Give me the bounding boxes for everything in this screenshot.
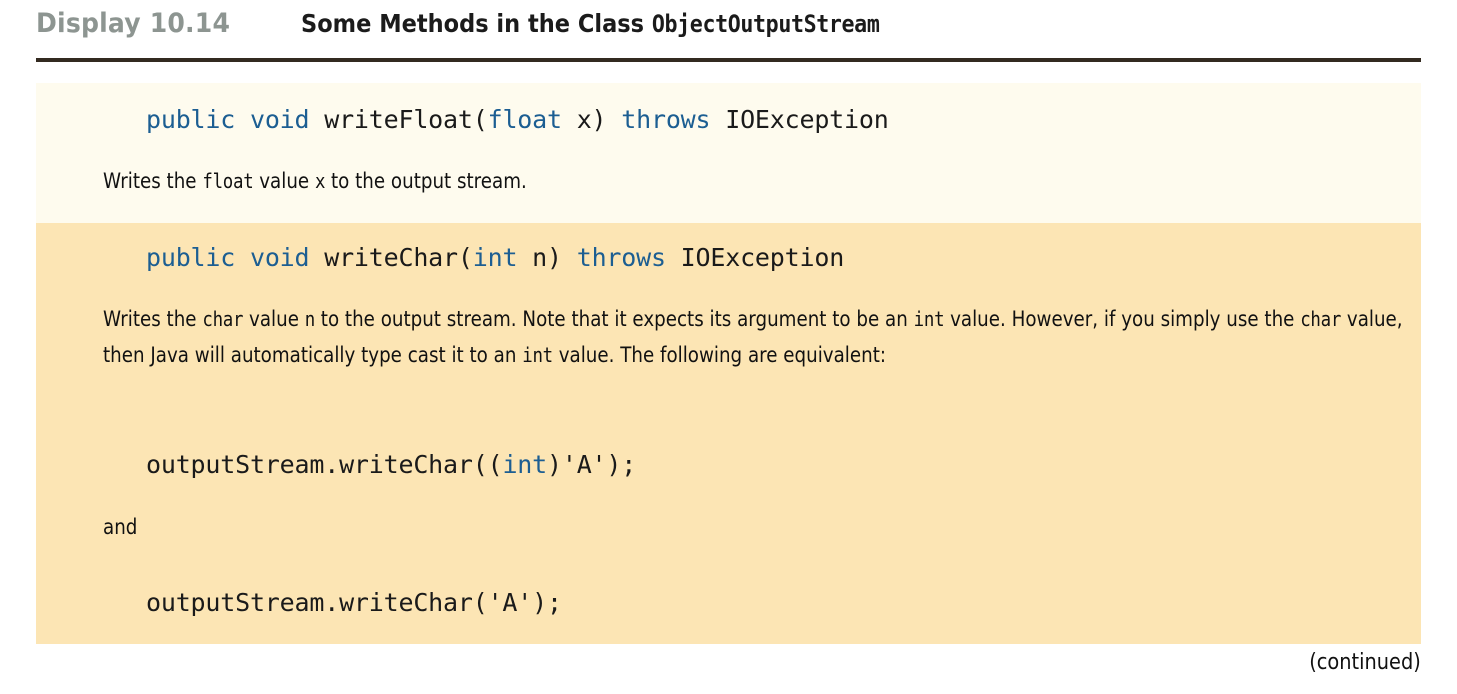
prose-text: to the output stream. (325, 169, 527, 193)
conjunction-and: and (103, 515, 138, 539)
prose-text: to the output stream. Note that it expec… (314, 307, 914, 331)
code-text: n) (517, 243, 577, 272)
code-text: writeFloat( (309, 105, 488, 134)
inline-code: char (202, 307, 244, 331)
method-signature-write-float: public void writeFloat(float x) throws I… (146, 105, 889, 134)
method-block-write-float: public void writeFloat(float x) throws I… (36, 83, 1421, 223)
code-keyword: throws (576, 243, 666, 272)
code-text: IOException (665, 243, 845, 272)
inline-code: char (1300, 307, 1342, 331)
code-keyword: float (487, 105, 562, 134)
code-text: x) (561, 105, 622, 134)
code-text: )'A'); (547, 450, 637, 479)
inline-code: float (202, 169, 254, 193)
inline-code: n (304, 307, 315, 331)
code-keyword: void (249, 243, 310, 272)
method-description-write-char: Writes the char value n to the output st… (103, 301, 1425, 373)
code-keyword: public (146, 243, 236, 272)
display-header: Display 10.14 Some Methods in the Class … (36, 8, 1421, 52)
code-text: outputStream.writeChar(( (146, 450, 503, 479)
code-text: outputStream.writeChar('A'); (146, 588, 562, 617)
code-keyword: throws (621, 105, 711, 134)
code-keyword: public (146, 105, 236, 134)
prose-text: Writes the (103, 169, 203, 193)
inline-code: x (314, 169, 326, 193)
code-example-char-literal: outputStream.writeChar('A'); (146, 588, 562, 617)
code-text: IOException (710, 105, 889, 134)
method-signature-write-char: public void writeChar(int n) throws IOEx… (146, 243, 844, 272)
page-title: Some Methods in the Class ObjectOutputSt… (300, 9, 880, 38)
code-keyword: int (502, 450, 547, 479)
inline-code: int (913, 307, 945, 331)
method-description-write-float: Writes the float value x to the output s… (103, 163, 1425, 199)
continued-note: (continued) (1309, 650, 1421, 675)
method-block-write-char: public void writeChar(int n) throws IOEx… (36, 223, 1421, 644)
header-divider-rule (36, 58, 1421, 62)
prose-text: value (253, 169, 315, 193)
code-example-cast-int: outputStream.writeChar((int)'A'); (146, 450, 636, 479)
code-keyword: void (249, 105, 310, 134)
prose-text: Writes the (103, 307, 203, 331)
code-text: writeChar( (309, 243, 473, 272)
prose-text: value. However, if you simply use the (944, 307, 1301, 331)
page-title-prose: Some Methods in the Class (300, 9, 652, 38)
page-title-class-name: ObjectOutputStream (651, 10, 880, 38)
inline-code: int (522, 343, 553, 367)
display-number-label: Display 10.14 (36, 8, 231, 39)
code-keyword: int (472, 243, 518, 272)
prose-text: value (243, 307, 305, 331)
prose-text: value. The following are equivalent: (552, 343, 887, 367)
